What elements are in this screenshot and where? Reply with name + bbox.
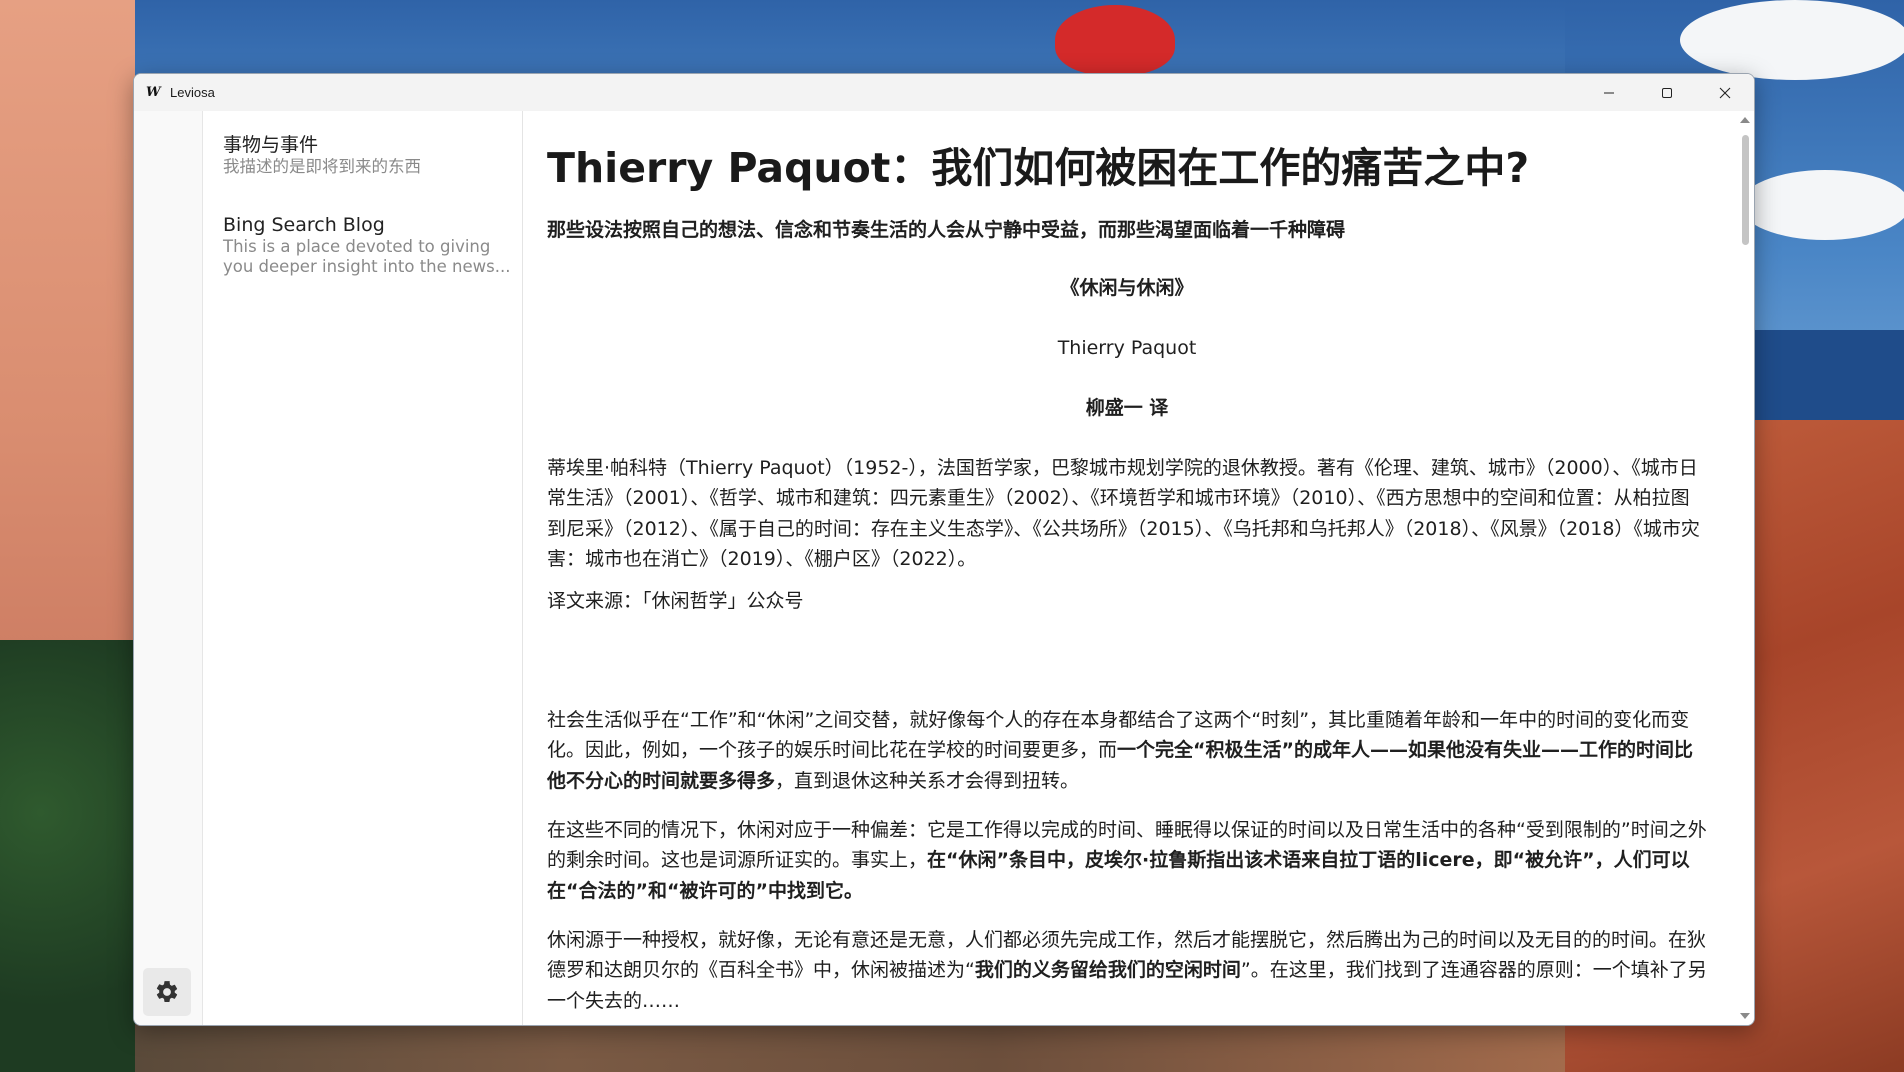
gear-icon [156,981,178,1002]
wallpaper-leaves [0,640,135,1072]
app-window: W Leviosa 事物与事件 我描述的是即将到来的东西 Bing Search… [133,73,1755,1026]
app-logo-icon: W [146,84,161,100]
paragraph-text: ，直到退休这种关系才会得到扭转。 [775,769,1080,792]
feed-title: 事物与事件 [223,134,319,156]
book-title: 《休闲与休闲》 [1060,277,1194,299]
scroll-down-arrow-icon[interactable] [1740,1013,1750,1019]
article-subtitle: 那些设法按照自己的想法、信念和节奏生活的人会从宁静中受益，而那些渴望面临着一千种… [547,219,1346,241]
close-button[interactable] [1696,74,1754,111]
feed-description: This is a place devoted to giving you de… [223,237,511,276]
article-title: Thierry Paquot：我们如何被困在工作的痛苦之中? [547,144,1530,192]
author-bio: 蒂埃里·帕科特（Thierry Paquot）（1952-），法国哲学家，巴黎城… [547,457,1700,570]
title-bar[interactable]: W Leviosa [134,74,1754,111]
paragraph-emphasis: 我们的义务留给我们的空闲时间 [974,959,1241,982]
close-icon [1719,87,1731,98]
wallpaper-cloud [1740,170,1904,240]
maximize-icon [1662,87,1672,98]
feed-description: 我描述的是即将到来的东西 [223,157,421,176]
paragraph: 社会生活似乎在“工作”和“休闲”之间交替，就好像每个人的存在本身都结合了这两个“… [547,705,1707,796]
translator-line: 柳盛一 译 [1085,397,1169,419]
paragraph: 休闲源于一种授权，就好像，无论有意还是无意，人们都必须先完成工作，然后才能摆脱它… [547,925,1707,1016]
navigation-rail [134,111,203,1025]
settings-button[interactable] [143,968,191,1016]
wallpaper-top [135,0,1565,75]
article-scrollbar[interactable] [1736,111,1754,1025]
minimize-button[interactable] [1580,74,1638,111]
scroll-up-arrow-icon[interactable] [1740,117,1750,123]
feed-title: Bing Search Blog [223,214,385,236]
translation-source: 译文来源：「休闲哲学」公众号 [547,590,804,612]
app-title: Leviosa [170,85,215,100]
wallpaper-cloud [1680,0,1904,80]
window-controls [1580,74,1754,111]
feed-list: 事物与事件 我描述的是即将到来的东西 Bing Search Blog This… [203,111,523,1025]
feed-item[interactable]: 事物与事件 我描述的是即将到来的东西 [223,133,513,177]
minimize-icon [1604,92,1614,93]
article-view[interactable]: Thierry Paquot：我们如何被困在工作的痛苦之中? 那些设法按照自己的… [523,111,1754,1025]
maximize-button[interactable] [1638,74,1696,111]
wallpaper-bottom [135,1024,1565,1072]
paragraph: 在这些不同的情况下，休闲对应于一种偏差：它是工作得以完成的时间、睡眠得以保证的时… [547,815,1707,906]
wallpaper-red-bow [1055,5,1175,75]
scrollbar-thumb[interactable] [1742,135,1749,245]
author-name: Thierry Paquot [1057,337,1197,359]
feed-item[interactable]: Bing Search Blog This is a place devoted… [223,213,513,277]
